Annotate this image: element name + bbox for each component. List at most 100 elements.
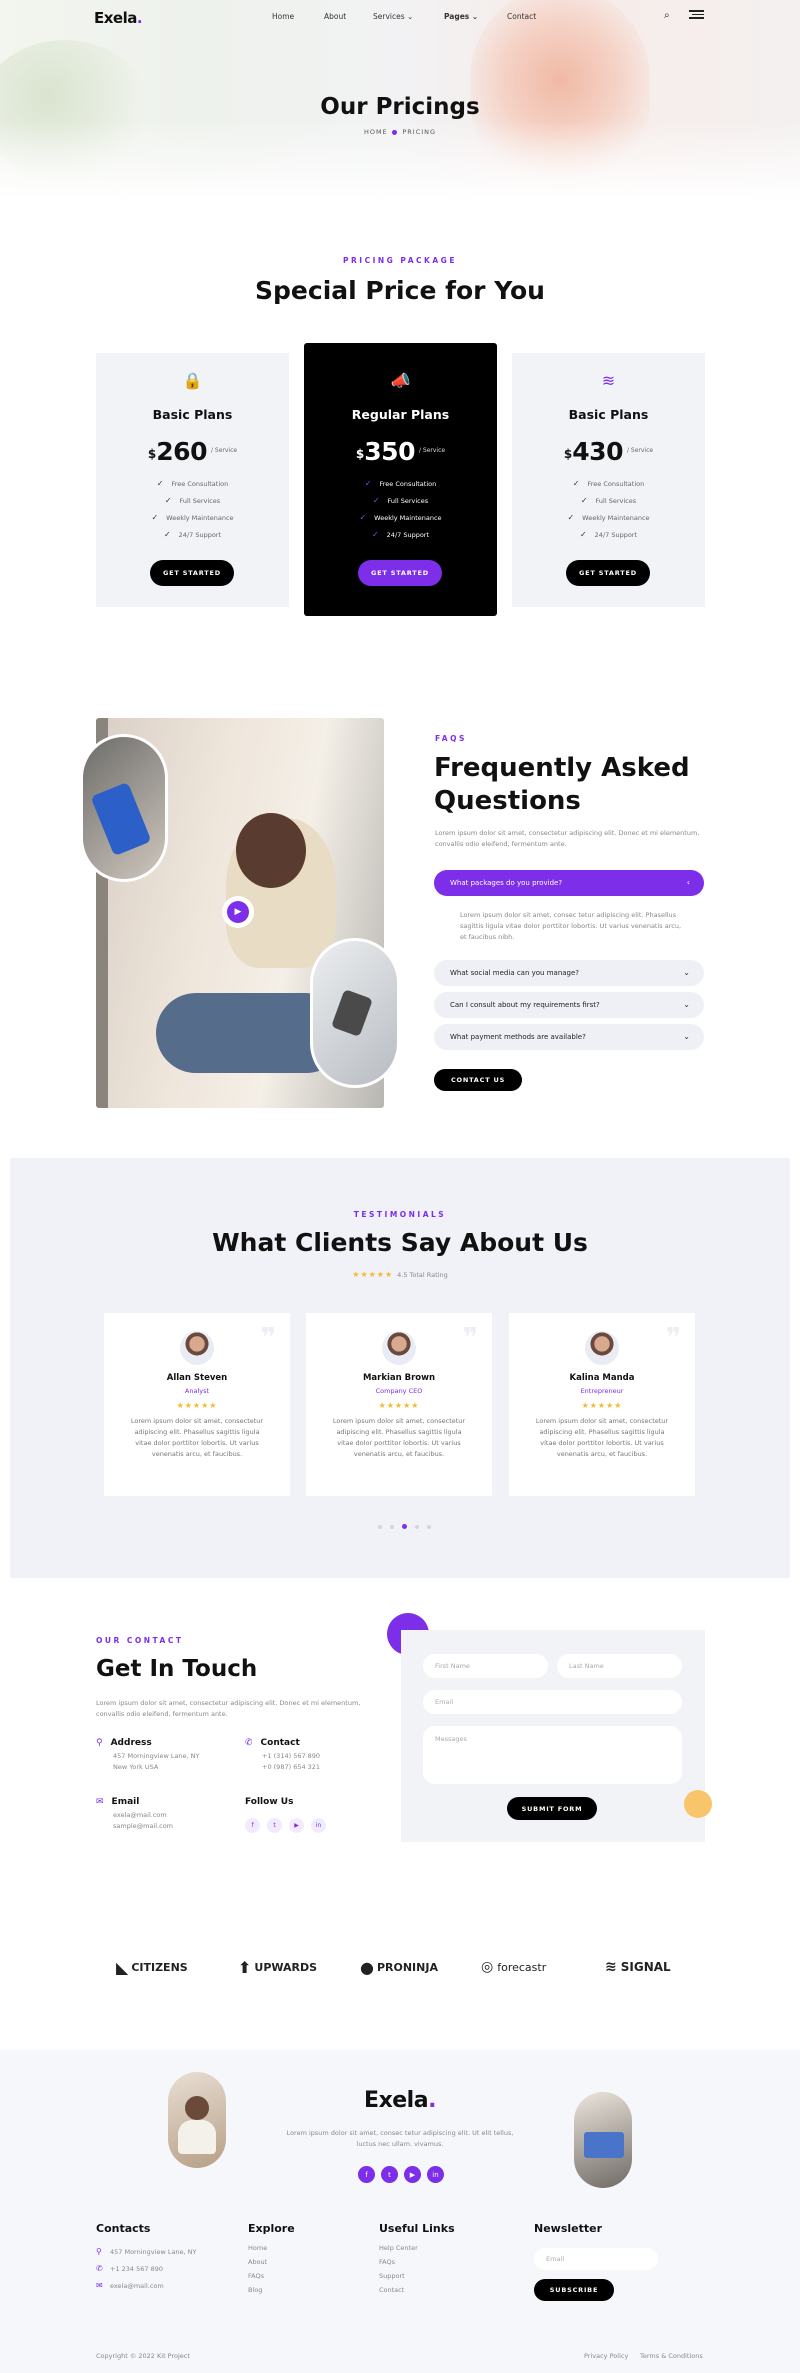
footer-link[interactable]: Contact (379, 2286, 418, 2300)
phone-icon: ✆ (245, 1738, 253, 1748)
phone-icon: ✆ (96, 2264, 103, 2273)
footer-newsletter-title: Newsletter (534, 2222, 603, 2235)
carousel-dot[interactable] (378, 1524, 382, 1529)
contact-eyebrow: OUR CONTACT (96, 1636, 184, 1645)
footer-link[interactable]: FAQs (248, 2272, 267, 2286)
terms-link[interactable]: Terms & Conditions (640, 2352, 703, 2360)
youtube-icon[interactable]: ▶ (404, 2166, 421, 2183)
footer-link[interactable]: Home (248, 2244, 267, 2258)
footer-link[interactable]: Help Center (379, 2244, 418, 2258)
nav-home[interactable]: Home (272, 12, 294, 21)
check-icon: ✓ (572, 479, 580, 488)
submit-form-button[interactable]: SUBMIT FORM (507, 1797, 597, 1820)
footer-link[interactable]: About (248, 2258, 267, 2272)
breadcrumb-home[interactable]: HOME (364, 128, 388, 136)
faq-question-2[interactable]: What social media can you manage? ⌄ (434, 960, 704, 986)
brand-logo-citizens: ◣ CITIZENS (116, 1957, 188, 1977)
linkedin-icon[interactable]: in (427, 2166, 444, 2183)
proninja-icon: ● (360, 1957, 374, 1977)
quote-icon: ❞ (665, 1323, 681, 1353)
search-icon[interactable]: ⌕ (664, 10, 670, 21)
first-name-field[interactable]: First Name (423, 1654, 548, 1678)
contact-intro: Lorem ipsum dolor sit amet, consectetur … (96, 1699, 361, 1718)
privacy-policy-link[interactable]: Privacy Policy (584, 2352, 628, 2360)
carousel-dot[interactable] (390, 1524, 394, 1529)
page-title: Our Pricings (320, 94, 480, 120)
feature-item: ✓ Free Consultation (364, 479, 437, 488)
nav-services[interactable]: Services ⌄ (373, 12, 413, 21)
footer-explore-title: Explore (248, 2222, 295, 2235)
subscribe-button[interactable]: SUBSCRIBE (534, 2279, 614, 2301)
avatar (585, 1331, 619, 1365)
faq-question-4[interactable]: What payment methods are available? ⌄ (434, 1024, 704, 1050)
carousel-dot[interactable] (415, 1524, 419, 1529)
feature-item: ✓ Weekly Maintenance (567, 513, 650, 522)
megaphone-icon: 📣 (390, 371, 411, 390)
faq-eyebrow: FAQS (435, 734, 467, 743)
rating-stars: ★★★★★ (378, 1401, 420, 1410)
nav-about[interactable]: About (324, 12, 346, 21)
footer-link[interactable]: FAQs (379, 2258, 418, 2272)
faq-question-3[interactable]: Can I consult about my requirements firs… (434, 992, 704, 1018)
testimonial-card: ❞ Allan Steven Analyst ★★★★★ Lorem ipsum… (104, 1313, 290, 1496)
facebook-icon[interactable]: f (358, 2166, 375, 2183)
faq-laptop-image (310, 938, 400, 1088)
email-field[interactable]: Email (423, 1690, 682, 1714)
play-icon: ▶ (227, 901, 249, 923)
get-started-button[interactable]: GET STARTED (150, 560, 234, 586)
quote-icon: ❞ (260, 1323, 276, 1353)
play-video-button[interactable]: ▶ (222, 896, 254, 928)
newsletter-email-input[interactable]: Email (534, 2248, 658, 2270)
decor-circle-yellow (684, 1790, 712, 1818)
twitter-icon[interactable]: t (267, 1818, 282, 1833)
footer-useful-links: Help Center FAQs Support Contact (379, 2244, 418, 2300)
carousel-dot[interactable] (427, 1524, 431, 1529)
contact-us-button[interactable]: CONTACT US (434, 1069, 522, 1091)
pricing-eyebrow: PRICING PACKAGE (343, 256, 457, 265)
forecastr-icon: ◎ (481, 1959, 494, 1975)
footer-logo[interactable]: Exela. (0, 2088, 800, 2113)
facebook-icon[interactable]: f (245, 1818, 260, 1833)
feature-item: ✓ Free Consultation (572, 479, 645, 488)
logo[interactable]: Exela. (94, 9, 143, 27)
testimonial-card: ❞ Markian Brown Company CEO ★★★★★ Lorem … (306, 1313, 492, 1496)
carousel-dot-active[interactable] (402, 1524, 407, 1529)
last-name-field[interactable]: Last Name (557, 1654, 682, 1678)
brand-logo-forecastr: ◎ forecastr (481, 1959, 547, 1975)
get-started-button[interactable]: GET STARTED (566, 560, 650, 586)
breadcrumb: HOME ● PRICING (363, 128, 437, 136)
mail-icon: ✉ (96, 1797, 104, 1807)
get-started-button[interactable]: GET STARTED (358, 560, 442, 586)
menu-icon[interactable] (689, 10, 704, 19)
faq-question-1[interactable]: What packages do you provide? ‹ (434, 870, 704, 896)
linkedin-icon[interactable]: in (311, 1818, 326, 1833)
testimonials-title: What Clients Say About Us (212, 1228, 588, 1257)
footer-contacts-title: Contacts (96, 2222, 151, 2235)
brand-logo-signal: ≋ SIGNAL (605, 1959, 671, 1975)
testimonials-eyebrow: TESTIMONIALS (353, 1210, 447, 1219)
footer-link[interactable]: Support (379, 2272, 418, 2286)
pricing-card-regular: 📣 Regular Plans $350/ Service ✓ Free Cons… (304, 343, 497, 616)
footer-about: Lorem ipsum dolor sit amet, consec tetur… (286, 2129, 514, 2148)
check-icon: ✓ (580, 496, 588, 505)
contact-address: ⚲ Address 457 Morningview Lane, NY New Yo… (96, 1738, 200, 1771)
nav-contact[interactable]: Contact (507, 12, 536, 21)
brand-logo-proninja: ● PRONINJA (360, 1957, 438, 1977)
nav-pages[interactable]: Pages ⌄ (444, 12, 478, 21)
youtube-icon[interactable]: ▶ (289, 1818, 304, 1833)
faq-phone-image (80, 734, 168, 882)
map-pin-icon: ⚲ (96, 2247, 102, 2256)
plan-price: $260/ Service (147, 437, 238, 466)
twitter-icon[interactable]: t (381, 2166, 398, 2183)
check-icon: ✓ (359, 513, 367, 522)
feature-item: ✓ Free Consultation (156, 479, 229, 488)
plan-features: ✓ Free Consultation ✓ Full Services ✓ Weekl… (96, 475, 289, 543)
message-field[interactable]: Messages (423, 1726, 682, 1784)
footer-link[interactable]: Blog (248, 2286, 267, 2300)
chevron-down-icon: ⌄ (683, 1032, 690, 1041)
feature-item: ✓ Full Services (164, 496, 221, 505)
pricing-title: Special Price for You (255, 276, 545, 305)
carousel-dots (378, 1524, 431, 1529)
avatar (382, 1331, 416, 1365)
faq-title: Frequently Asked Questions (434, 753, 690, 816)
